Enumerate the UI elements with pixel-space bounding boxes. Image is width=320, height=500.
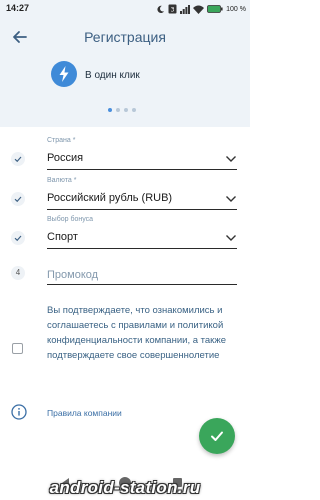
lightning-icon bbox=[51, 61, 77, 87]
check-icon bbox=[211, 431, 223, 441]
registration-method-label: В один клик bbox=[85, 70, 140, 81]
pager-dots bbox=[108, 108, 136, 112]
bonus-underline bbox=[47, 248, 237, 249]
country-underline bbox=[47, 169, 237, 170]
confirm-button[interactable] bbox=[199, 418, 235, 454]
agreement-text: Вы подтверждаете, что ознакомились и сог… bbox=[47, 305, 226, 361]
moon-icon bbox=[157, 5, 165, 13]
status-icons: 3 100 % bbox=[156, 2, 246, 16]
watermark: android-station.ru bbox=[49, 478, 201, 497]
step-number: 4 bbox=[11, 266, 25, 280]
check-icon bbox=[11, 192, 25, 206]
info-icon bbox=[11, 404, 27, 420]
sim-icon: 3 bbox=[168, 4, 177, 14]
page-title: Регистрация bbox=[84, 29, 166, 45]
company-rules-link[interactable]: Правила компании bbox=[47, 408, 122, 418]
bonus-value[interactable]: Спорт bbox=[47, 231, 78, 243]
country-value[interactable]: Россия bbox=[47, 152, 83, 164]
chevron-down-icon[interactable] bbox=[225, 195, 237, 203]
check-icon bbox=[11, 231, 25, 245]
country-label: Страна * bbox=[47, 137, 76, 144]
battery-icon bbox=[207, 5, 223, 13]
chevron-down-icon[interactable] bbox=[225, 155, 237, 163]
pager-dot[interactable] bbox=[116, 108, 120, 112]
currency-label: Валюта * bbox=[47, 177, 77, 184]
check-icon bbox=[11, 152, 25, 166]
pager-dot[interactable] bbox=[132, 108, 136, 112]
currency-value[interactable]: Российский рубль (RUB) bbox=[47, 192, 172, 204]
chevron-down-icon[interactable] bbox=[225, 234, 237, 242]
sim-label: 3 bbox=[171, 7, 175, 14]
battery-percent: 100 % bbox=[226, 5, 246, 13]
pager-dot[interactable] bbox=[124, 108, 128, 112]
agreement-checkbox[interactable] bbox=[12, 343, 23, 354]
status-bar: 14:27 3 100 % bbox=[0, 0, 250, 18]
bars-icon bbox=[180, 4, 191, 14]
status-time: 14:27 bbox=[6, 3, 30, 13]
pager-dot[interactable] bbox=[108, 108, 112, 112]
promo-code-input[interactable] bbox=[47, 266, 237, 285]
wifi-icon bbox=[193, 5, 205, 14]
currency-underline bbox=[47, 209, 237, 210]
bonus-label: Выбор бонуса bbox=[47, 216, 94, 223]
